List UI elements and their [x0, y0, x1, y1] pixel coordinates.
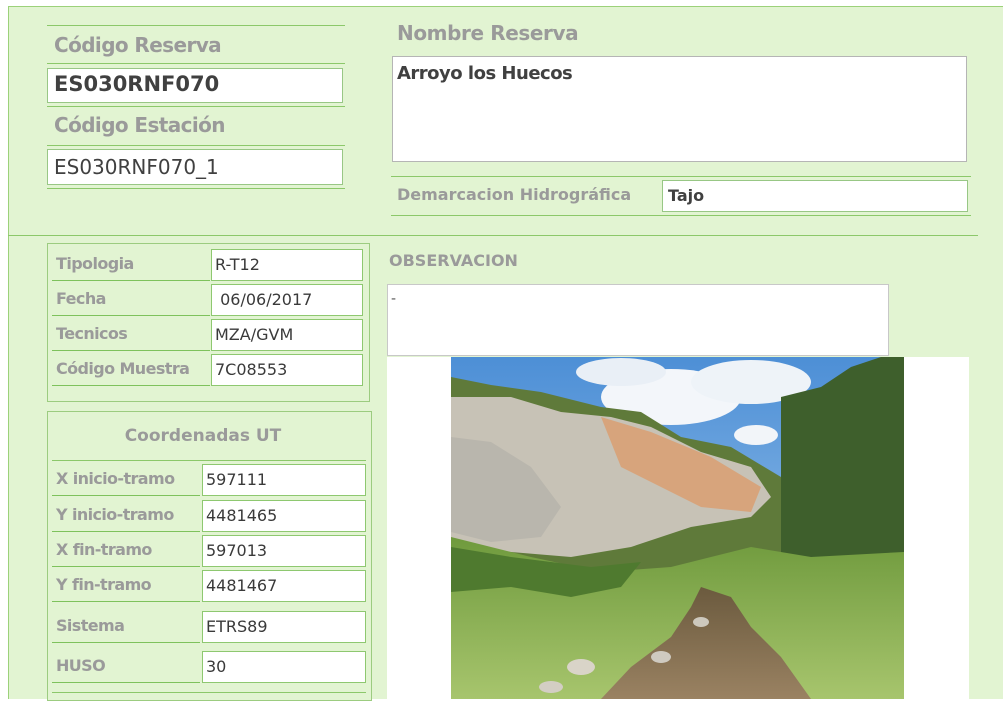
- divider: [47, 63, 345, 64]
- landscape-photo-icon: [451, 357, 904, 699]
- codigo-muestra-value: 7C08553: [211, 354, 363, 386]
- x-fin-label: X fin-tramo: [52, 535, 200, 567]
- codigo-reserva-field: ES030RNF070: [47, 68, 343, 103]
- table-row: X fin-tramo 597013: [48, 533, 373, 567]
- sistema-label: Sistema: [52, 611, 200, 643]
- codigo-muestra-label: Código Muestra: [52, 354, 210, 386]
- muestra-table: Tipologia R-T12 Fecha 06/06/2017 Tecnico…: [47, 243, 370, 402]
- table-row: Sistema ETRS89: [48, 609, 373, 643]
- y-inicio-value: 4481465: [202, 500, 366, 532]
- divider: [47, 188, 345, 189]
- fecha-label: Fecha: [52, 284, 210, 316]
- table-row: Código Muestra 7C08553: [48, 352, 371, 386]
- observacion-field: -: [387, 284, 889, 356]
- demarcacion-field: Tajo: [662, 180, 968, 212]
- x-inicio-label: X inicio-tramo: [52, 464, 200, 496]
- codigo-estacion-value: ES030RNF070_1: [54, 155, 219, 179]
- photo-frame: [387, 357, 969, 699]
- x-fin-value: 597013: [202, 535, 366, 567]
- divider: [52, 460, 366, 461]
- y-fin-value: 4481467: [202, 570, 366, 602]
- tecnicos-label: Tecnicos: [52, 319, 210, 351]
- demarcacion-label: Demarcacion Hidrográfica: [397, 185, 632, 204]
- table-row: Y inicio-tramo 4481465: [48, 498, 373, 532]
- table-row: Tecnicos MZA/GVM: [48, 317, 371, 351]
- nombre-reserva-label: Nombre Reserva: [397, 21, 579, 45]
- x-inicio-value: 597111: [202, 464, 366, 496]
- divider: [391, 176, 971, 177]
- huso-label: HUSO: [52, 651, 200, 683]
- sistema-value: ETRS89: [202, 611, 366, 643]
- codigo-reserva-value: ES030RNF070: [54, 72, 220, 96]
- table-row: Fecha 06/06/2017: [48, 282, 371, 316]
- y-inicio-label: Y inicio-tramo: [52, 500, 200, 532]
- tecnicos-value: MZA/GVM: [211, 319, 363, 351]
- fecha-value: 06/06/2017: [211, 284, 363, 316]
- coordenadas-table: Coordenadas UT X inicio-tramo 597111 Y i…: [47, 411, 372, 701]
- table-row: Tipologia R-T12: [48, 247, 371, 281]
- table-row: X inicio-tramo 597111: [48, 462, 373, 496]
- divider: [47, 145, 345, 146]
- nombre-reserva-value: Arroyo los Huecos: [397, 63, 573, 84]
- y-fin-label: Y fin-tramo: [52, 570, 200, 602]
- divider: [47, 25, 345, 26]
- table-row: Y fin-tramo 4481467: [48, 568, 373, 602]
- codigo-reserva-label: Código Reserva: [54, 33, 222, 57]
- section-divider: [8, 235, 978, 236]
- divider: [391, 215, 971, 216]
- observacion-value: -: [391, 291, 397, 307]
- divider: [52, 692, 366, 693]
- nombre-reserva-field: Arroyo los Huecos: [392, 56, 967, 162]
- table-row: HUSO 30: [48, 649, 373, 683]
- huso-value: 30: [202, 651, 366, 683]
- tipologia-label: Tipologia: [52, 249, 210, 281]
- tipologia-value: R-T12: [211, 249, 363, 281]
- divider: [47, 106, 345, 107]
- demarcacion-value: Tajo: [668, 186, 705, 205]
- observacion-label: OBSERVACION: [389, 251, 518, 270]
- codigo-estacion-label: Código Estación: [54, 113, 226, 137]
- coordenadas-title: Coordenadas UT: [124, 426, 282, 446]
- codigo-estacion-field: ES030RNF070_1: [47, 149, 343, 185]
